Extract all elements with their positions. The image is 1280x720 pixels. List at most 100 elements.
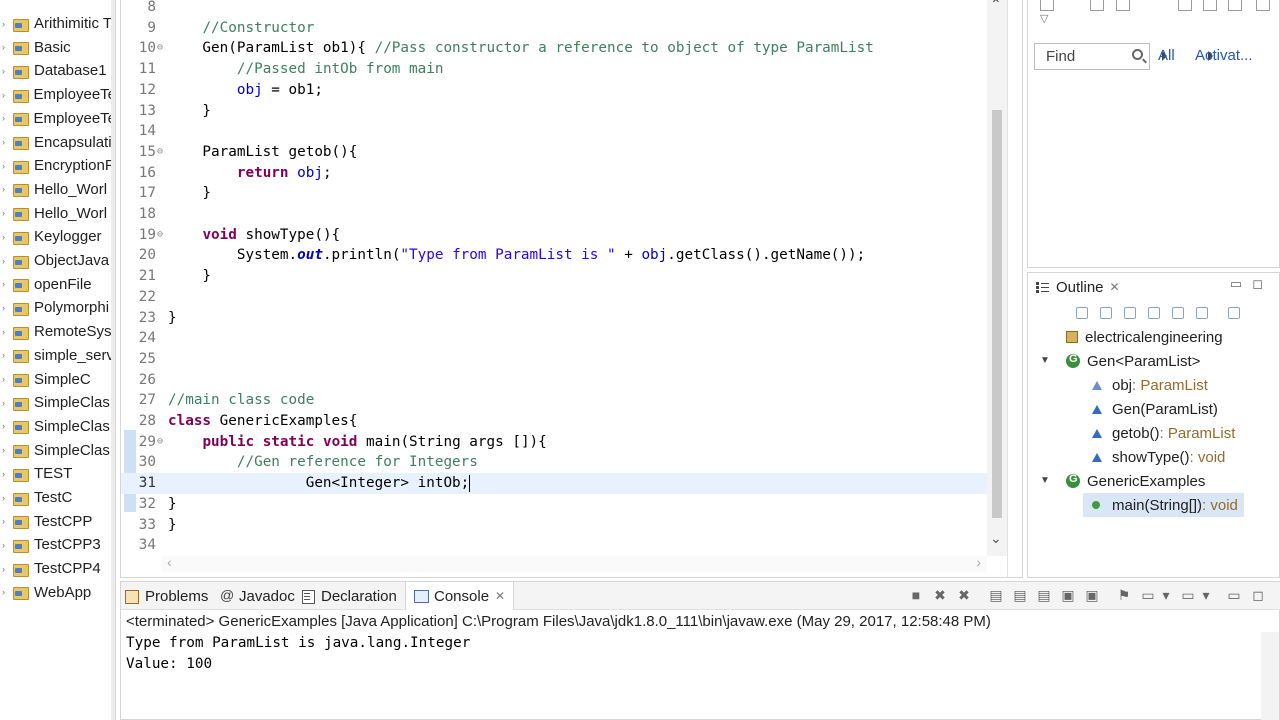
expand-arrow-icon[interactable]: ›	[0, 469, 12, 479]
collapse-all-icon[interactable]	[1076, 307, 1088, 319]
project-item[interactable]: › EncryptionP	[0, 154, 115, 177]
code-line[interactable]: 13 }	[121, 101, 987, 122]
sort-icon[interactable]	[1100, 307, 1112, 319]
code-line[interactable]: 23}	[121, 308, 987, 329]
expand-arrow-icon[interactable]: ›	[0, 19, 12, 29]
tab-problems[interactable]: Problems	[125, 582, 208, 610]
hide-static-icon[interactable]	[1148, 307, 1160, 319]
expand-arrow-icon[interactable]: ›	[0, 232, 12, 242]
expand-arrow-icon[interactable]: ›	[0, 90, 12, 100]
project-item[interactable]: › Hello_Worl	[0, 178, 115, 201]
project-item[interactable]: › Basic	[0, 36, 115, 59]
code-line[interactable]: 8	[121, 0, 987, 18]
expand-arrow-icon[interactable]: ›	[0, 303, 12, 313]
remove-all-icon[interactable]: ✖	[957, 588, 971, 602]
new-task-dropdown-icon[interactable]: ▽	[1040, 12, 1048, 25]
expand-arrow-icon[interactable]: ›	[0, 587, 12, 597]
code-editor[interactable]: 89 //Constructor 10 ⊖ Gen(ParamList ob1){ …	[120, 0, 1023, 578]
project-item[interactable]: › SimpleClas	[0, 391, 115, 414]
code-line[interactable]: 26	[121, 370, 987, 391]
project-item[interactable]: › SimpleC	[0, 368, 115, 391]
expand-arrow-icon[interactable]: ›	[0, 137, 12, 147]
outline-item-constructor[interactable]: Gen(ParamList)	[1092, 397, 1218, 421]
scroll-down-icon[interactable]: ⌄	[990, 530, 1002, 547]
code-line[interactable]: 10 ⊖ Gen(ParamList ob1){ //Pass construct…	[121, 38, 987, 59]
outline-item-static-method[interactable]: main(String[]) : void	[1083, 493, 1244, 517]
project-item[interactable]: › Polymorphi	[0, 296, 115, 319]
expand-arrow-icon[interactable]: ›	[0, 256, 12, 266]
scroll-right-icon[interactable]: ›	[976, 554, 981, 570]
open-console-icon[interactable]: ▭	[1181, 588, 1195, 602]
fold-toggle-icon[interactable]: ⊖	[157, 225, 167, 246]
code-line[interactable]: 15 ⊖ ParamList getob(){	[121, 142, 987, 163]
editor-horizontal-scrollbar[interactable]: ‹ ›	[161, 554, 987, 572]
link-editor-icon[interactable]	[1228, 307, 1240, 319]
project-item[interactable]: › TEST	[0, 462, 115, 485]
collapse-icon[interactable]	[1178, 0, 1192, 11]
code-line[interactable]: 34	[121, 535, 987, 556]
explorer-scrollbar[interactable]	[111, 0, 115, 720]
project-item[interactable]: › SimpleClas	[0, 415, 115, 438]
maximize-icon[interactable]: ◻	[1251, 588, 1265, 602]
hide-nonpublic-icon[interactable]	[1172, 307, 1184, 319]
editor-vertical-scrollbar[interactable]: ⌃ ⌄	[987, 0, 1007, 556]
code-line[interactable]: 9 //Constructor	[121, 18, 987, 39]
project-item[interactable]: › TestCPP4	[0, 557, 115, 580]
project-item[interactable]: › Encapsulati	[0, 131, 115, 154]
project-item[interactable]: › EmployeeTe	[0, 107, 115, 130]
filter-icon[interactable]	[1116, 0, 1130, 11]
code-area[interactable]: 89 //Constructor 10 ⊖ Gen(ParamList ob1){ …	[121, 0, 987, 556]
scroll-thumb[interactable]	[992, 110, 1002, 518]
code-line[interactable]: 24	[121, 328, 987, 349]
expand-arrow-icon[interactable]: ›	[0, 42, 12, 52]
new-task-icon[interactable]	[1040, 0, 1054, 11]
project-item[interactable]: › SimpleClas	[0, 439, 115, 462]
minimize-icon[interactable]	[1256, 0, 1270, 11]
console-scrollbar[interactable]	[1261, 632, 1279, 720]
chevron-down-icon[interactable]: ▾	[1199, 588, 1213, 602]
categorize-icon[interactable]	[1090, 0, 1104, 11]
sync-icon[interactable]	[1203, 0, 1217, 11]
code-line[interactable]: 19 ⊖ void showType(){	[121, 225, 987, 246]
expand-arrow-icon[interactable]: ›	[0, 279, 12, 289]
code-line[interactable]: 22	[121, 287, 987, 308]
close-icon[interactable]: ✕	[495, 589, 505, 603]
project-item[interactable]: › TestCPP3	[0, 533, 115, 556]
expand-arrow-icon[interactable]: ›	[0, 540, 12, 550]
scroll-left-icon[interactable]: ‹	[167, 554, 172, 570]
activate-task-link[interactable]: Activat...	[1195, 47, 1253, 64]
show-on-output-icon[interactable]: ▣	[1061, 588, 1075, 602]
project-item[interactable]: › TestCPP	[0, 510, 115, 533]
code-line[interactable]: 30 //Gen reference for Integers	[121, 452, 987, 473]
code-line[interactable]: 18	[121, 204, 987, 225]
chevron-down-icon[interactable]: ▼	[1040, 355, 1050, 366]
code-line[interactable]: 28 class GenericExamples{	[121, 411, 987, 432]
project-item[interactable]: › WebApp	[0, 581, 115, 604]
expand-arrow-icon[interactable]: ›	[0, 493, 12, 503]
code-line[interactable]: 33}	[121, 515, 987, 536]
fold-toggle-icon[interactable]: ⊖	[157, 142, 167, 163]
code-line[interactable]: 21 }	[121, 266, 987, 287]
code-line[interactable]: 29 ⊖ public static void main(String args …	[121, 432, 987, 453]
outline-item-class[interactable]: Gen<ParamList>	[1066, 349, 1200, 373]
chevron-down-icon[interactable]: ▾	[1159, 588, 1173, 602]
word-wrap-icon[interactable]: ▤	[1037, 588, 1051, 602]
minimize-icon[interactable]: ▭	[1227, 588, 1241, 602]
task-find-input[interactable]: Find	[1034, 43, 1150, 70]
tab-console[interactable]: Console ✕	[405, 582, 515, 610]
outline-item-package[interactable]: electricalengineering	[1066, 325, 1223, 349]
expand-arrow-icon[interactable]: ›	[0, 564, 12, 574]
code-line[interactable]: 17 }	[121, 183, 987, 204]
code-line[interactable]: 27 //main class code	[121, 390, 987, 411]
expand-arrow-icon[interactable]: ›	[0, 445, 12, 455]
project-item[interactable]: › simple_serv	[0, 344, 115, 367]
tab-outline[interactable]: Outline ✕	[1028, 273, 1128, 301]
all-tasks-link[interactable]: All	[1158, 47, 1175, 64]
expand-arrow-icon[interactable]: ›	[0, 161, 12, 171]
clear-console-icon[interactable]: ▤	[989, 588, 1003, 602]
project-item[interactable]: › Hello_Worl	[0, 202, 115, 225]
project-item[interactable]: › TestC	[0, 486, 115, 509]
fold-toggle-icon[interactable]: ⊖	[157, 432, 167, 453]
code-line[interactable]: 31 Gen<Integer> intOb;	[121, 473, 987, 494]
remove-launch-icon[interactable]: ✖	[933, 588, 947, 602]
